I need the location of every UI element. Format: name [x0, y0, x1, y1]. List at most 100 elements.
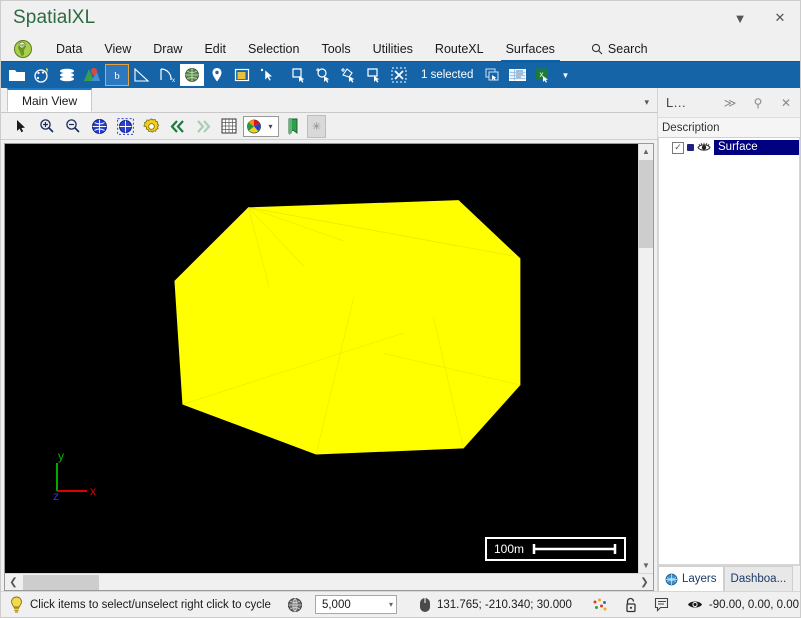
layers-panel-title: L... [666, 95, 687, 110]
select-pointer-icon[interactable] [255, 64, 279, 86]
boundary-icon[interactable]: b [105, 64, 129, 86]
app-logo-icon[interactable]: AB [1, 35, 45, 62]
favorite-star-button[interactable]: ✳ [307, 114, 326, 138]
menu-item-tools[interactable]: Tools [310, 35, 361, 62]
tab-dashboard-label: Dashboa... [730, 573, 787, 585]
main-toolbar: b x 1 selected x ▼ [1, 62, 800, 88]
palette-pin-icon[interactable] [30, 64, 54, 86]
coordinates-text: 131.765; -210.340; 30.000 [436, 598, 572, 611]
measure-angle-icon[interactable] [130, 64, 154, 86]
globe-icon[interactable] [180, 64, 204, 86]
layers-panel-header: L... ≫ ⚲ ✕ [658, 88, 800, 118]
scale-cell[interactable]: 5,000 ▾ [311, 592, 405, 618]
window-dropdown-button[interactable]: ▼ [720, 1, 760, 35]
menubar-underline [1, 61, 800, 62]
menu-item-utilities[interactable]: Utilities [362, 35, 424, 62]
bookmark-icon[interactable] [281, 115, 305, 138]
scale-caret-icon[interactable]: ▾ [389, 600, 393, 609]
horizontal-scroll-thumb[interactable] [23, 574, 99, 590]
axis-x-label: x [90, 484, 96, 498]
coordinate-curve-icon[interactable]: x [155, 64, 179, 86]
tab-layers[interactable]: Layers [658, 566, 724, 591]
panel-close-icon[interactable]: ✕ [772, 88, 800, 118]
view-angles-text: -90.00, 0.00, 0.00 [708, 598, 800, 611]
menu-item-view[interactable]: View [93, 35, 142, 62]
layer-row-surface[interactable]: ✓ Surface [659, 138, 799, 157]
layers-list[interactable]: ✓ Surface [658, 138, 800, 565]
lock-cell[interactable] [616, 592, 646, 618]
svg-text:b: b [114, 70, 120, 82]
tabstrip-overflow-icon[interactable]: ▾ [644, 97, 649, 108]
lightbulb-icon [9, 596, 24, 613]
window-close-button[interactable]: ✕ [760, 1, 800, 35]
open-folder-icon[interactable] [5, 64, 29, 86]
settings-gear-icon[interactable] [139, 115, 163, 138]
pointer-icon[interactable] [9, 115, 33, 138]
vertical-scroll-thumb[interactable] [639, 160, 653, 248]
3d-viewport[interactable]: y x z 100m [5, 144, 638, 573]
panel-forward-button[interactable]: ≫ [716, 88, 744, 118]
surface-polygon [174, 200, 521, 455]
select-polygon-icon[interactable] [337, 64, 361, 86]
mouse-icon [419, 597, 431, 613]
canvas-row: y x z 100m ▲ ▼ [5, 144, 653, 573]
color-legend-combo[interactable]: ▾ [243, 115, 279, 138]
axis-indicator: y x z [47, 447, 103, 501]
scale-bar-label: 100m [493, 542, 524, 556]
tab-dashboard[interactable]: Dashboa... [723, 566, 794, 591]
location-pin-icon[interactable] [205, 64, 229, 86]
menu-item-routexl[interactable]: RouteXL [424, 35, 495, 62]
zoom-extents-icon[interactable] [87, 115, 111, 138]
layer-name-label[interactable]: Surface [714, 140, 799, 155]
message-cell[interactable] [646, 592, 677, 618]
layers-panel-tabs: Layers Dashboa... [658, 565, 800, 591]
scroll-right-arrow-icon[interactable]: ❯ [636, 574, 653, 591]
zoom-in-icon[interactable] [35, 115, 59, 138]
color-legend-icon [245, 118, 264, 135]
select-box-icon[interactable] [362, 64, 386, 86]
layers-stack-icon[interactable] [55, 64, 79, 86]
tab-main-view[interactable]: Main View [7, 88, 93, 112]
map-marker-icon[interactable] [80, 64, 104, 86]
page-layout-icon[interactable] [230, 64, 254, 86]
previous-view-icon[interactable] [165, 115, 189, 138]
menu-item-data[interactable]: Data [45, 35, 93, 62]
svg-text:AB: AB [20, 43, 25, 47]
scroll-up-arrow-icon[interactable]: ▲ [639, 144, 654, 159]
select-rect-icon[interactable] [287, 64, 311, 86]
scale-combo[interactable]: 5,000 ▾ [314, 595, 397, 614]
status-hint: Click items to select/unselect right cli… [1, 592, 279, 618]
application-window: SpatialXL ▼ ✕ AB Data View Draw Edit Sel… [0, 0, 801, 618]
toolbar-overflow-button[interactable]: ▼ [556, 64, 574, 86]
globe-icon [665, 573, 678, 586]
panel-pin-icon[interactable]: ⚲ [744, 88, 772, 118]
zoom-selection-icon[interactable] [113, 115, 137, 138]
grid-icon[interactable] [217, 115, 241, 138]
select-circle-icon[interactable] [312, 64, 336, 86]
menu-search[interactable]: Search [580, 35, 659, 62]
layer-color-swatch[interactable] [687, 144, 694, 151]
projection-cell[interactable] [279, 592, 311, 618]
menu-item-draw[interactable]: Draw [142, 35, 193, 62]
clear-selection-icon[interactable] [387, 64, 411, 86]
search-icon [591, 43, 603, 55]
snap-cell[interactable] [580, 592, 616, 618]
color-legend-caret-icon[interactable]: ▾ [264, 115, 277, 138]
vertical-scrollbar[interactable]: ▲ ▼ [638, 144, 653, 573]
eye-icon [687, 599, 703, 610]
attribute-table-icon[interactable] [506, 64, 530, 86]
document-tabstrip: Main View ▾ [1, 88, 657, 113]
eye-icon[interactable] [697, 142, 711, 153]
layer-checkbox[interactable]: ✓ [672, 141, 684, 154]
menu-item-surfaces[interactable]: Surfaces [495, 35, 566, 62]
layers-column-header: Description [658, 118, 800, 138]
scroll-left-arrow-icon[interactable]: ❮ [5, 574, 22, 591]
menu-item-edit[interactable]: Edit [193, 35, 237, 62]
scroll-down-arrow-icon[interactable]: ▼ [639, 558, 654, 573]
next-view-icon[interactable] [191, 115, 215, 138]
horizontal-scrollbar[interactable]: ❮ ❯ [5, 573, 653, 590]
duplicate-selection-icon[interactable] [481, 64, 505, 86]
menu-item-selection[interactable]: Selection [237, 35, 310, 62]
zoom-out-icon[interactable] [61, 115, 85, 138]
export-excel-icon[interactable]: x [531, 64, 555, 86]
